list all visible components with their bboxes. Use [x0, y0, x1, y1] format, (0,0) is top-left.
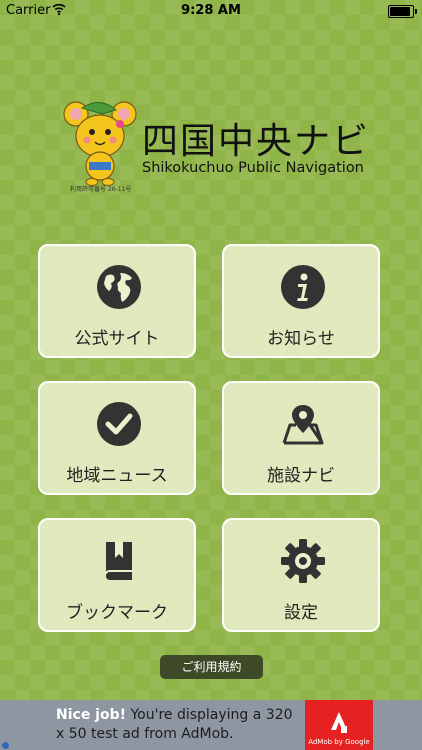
- news-button[interactable]: お知らせ: [222, 244, 380, 358]
- logo-subtitle: Shikokuchuo Public Navigation: [142, 160, 364, 176]
- ad-headline: Nice job!: [56, 707, 127, 723]
- official-site-button[interactable]: 公式サイト: [38, 244, 196, 358]
- mouse-mascot-icon: [63, 101, 137, 186]
- info-icon: [281, 265, 325, 309]
- terms-of-use-button[interactable]: ご利用規約: [160, 655, 263, 679]
- battery-level: [390, 7, 410, 16]
- local-news-button[interactable]: 地域ニュース: [38, 381, 196, 495]
- gear-icon: [281, 539, 325, 583]
- check-icon: [97, 402, 141, 446]
- bookmark-button[interactable]: ブックマーク: [38, 518, 196, 632]
- settings-button[interactable]: 設定: [222, 518, 380, 632]
- facility-navi-button[interactable]: 施設ナビ: [222, 381, 380, 495]
- map-pin-icon: [282, 405, 324, 445]
- tile-label: 設定: [284, 603, 318, 623]
- status-bar: Carrier 9:28 AM: [0, 0, 422, 22]
- tile-label: 公式サイト: [74, 329, 160, 349]
- tile-label: 施設ナビ: [267, 466, 335, 486]
- admob-badge: AdMob by Google: [308, 738, 370, 746]
- bookmark-book-icon: [105, 542, 132, 580]
- tile-label: ブックマーク: [66, 603, 168, 623]
- ad-banner[interactable]: Nice job! You're displaying a 320 x 50 t…: [0, 700, 422, 750]
- tile-label: お知らせ: [267, 329, 335, 349]
- permit-number: 利用許可番号 26-11号: [70, 186, 132, 193]
- battery-icon: [388, 5, 417, 18]
- app-logo: 利用許可番号 26-11号 四国中央ナビ Shikokuchuo Public …: [62, 100, 372, 195]
- globe-icon: [97, 265, 141, 309]
- ad-text: Nice job! You're displaying a 320 x 50 t…: [56, 706, 301, 744]
- status-time: 9:28 AM: [181, 3, 241, 18]
- logo-title: 四国中央ナビ: [142, 121, 371, 162]
- ad-info-icon[interactable]: [2, 742, 9, 749]
- tile-label: 地域ニュース: [66, 466, 168, 486]
